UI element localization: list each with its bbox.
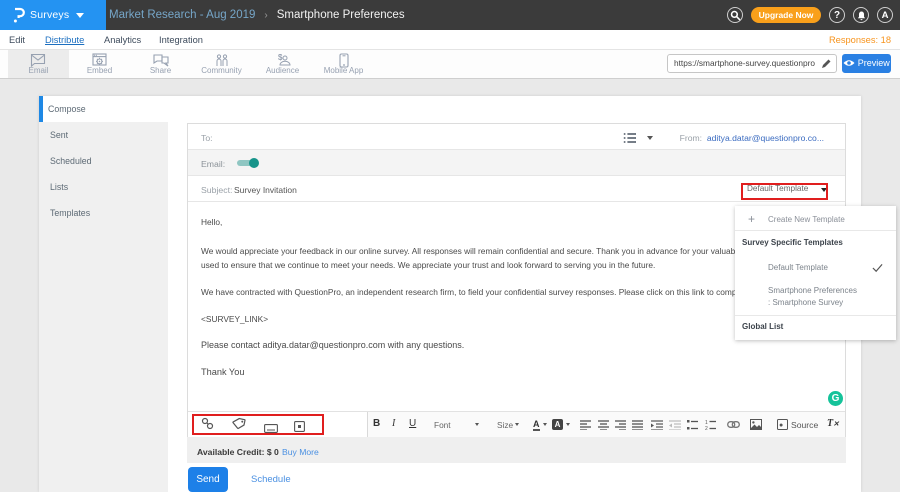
svg-text:$: $ — [278, 53, 283, 62]
svg-text:●: ● — [779, 422, 783, 429]
svg-text:2: 2 — [705, 426, 708, 430]
